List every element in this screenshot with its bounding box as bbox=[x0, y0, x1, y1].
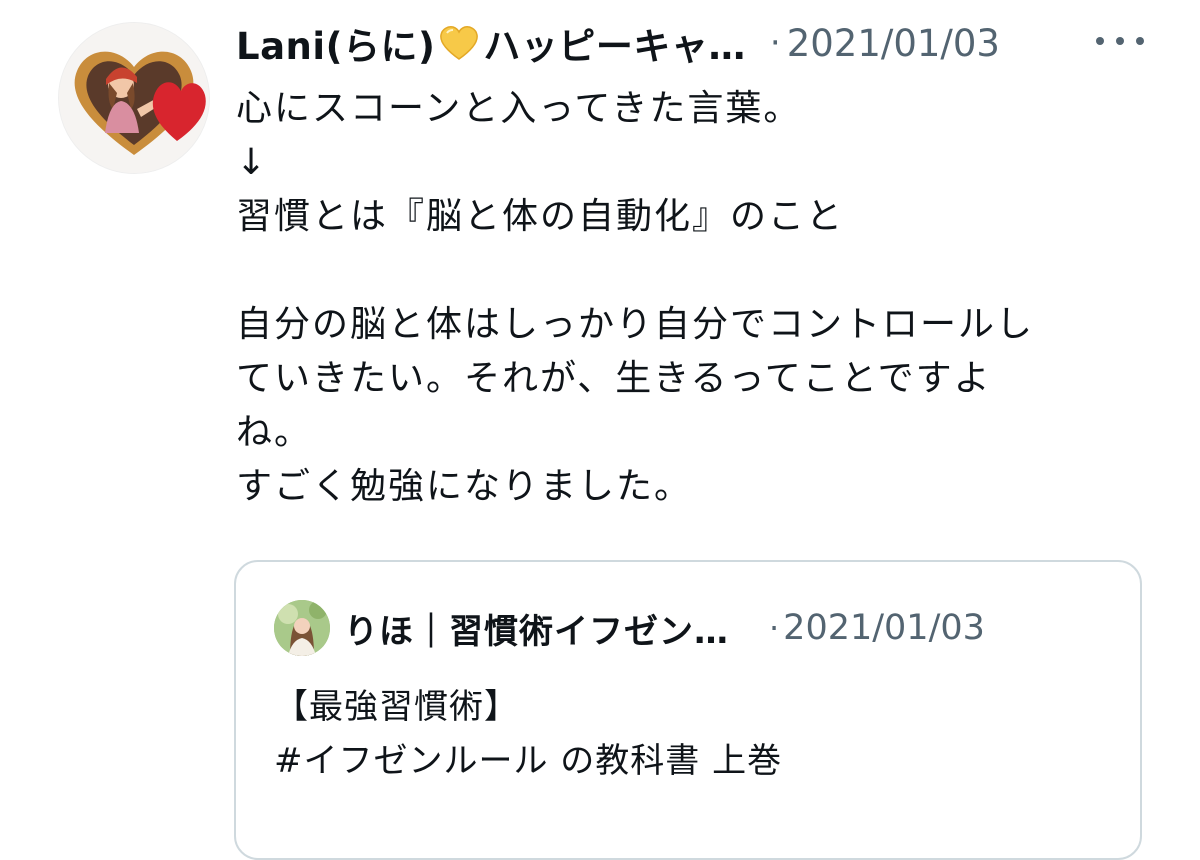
author-avatar[interactable] bbox=[58, 22, 210, 174]
tweet-text-line bbox=[236, 244, 1136, 298]
avatar-image bbox=[59, 23, 209, 173]
more-dot bbox=[1136, 37, 1144, 45]
header-dot-separator: · bbox=[769, 23, 781, 63]
tweet-text-line: 習慣とは『脳と体の自動化』のこと bbox=[236, 196, 845, 237]
tweet-text-line: すごく勉強になりました。 bbox=[236, 466, 693, 507]
more-dot bbox=[1116, 37, 1124, 45]
quoted-tweet-text-line: 【最強習慣術】 bbox=[274, 687, 519, 727]
tweet-text-line: ていきたい。それが、生きるってことですよ bbox=[236, 358, 992, 399]
quoted-author-display-name[interactable]: りほ｜習慣術イフゼン… bbox=[344, 604, 729, 653]
tweet-text-line: ね。 bbox=[236, 412, 313, 453]
tweet-header: Lani(らに) ハッピーキャ… · 2021/01/03 bbox=[236, 16, 1000, 70]
quoted-tweet-timestamp[interactable]: 2021/01/03 bbox=[783, 608, 985, 648]
tweet-text-line: 心にスコーンと入ってきた言葉。 bbox=[236, 88, 802, 129]
quoted-tweet-card[interactable]: りほ｜習慣術イフゼン… · 2021/01/03 【最強習慣術】 #イフゼンルー… bbox=[234, 560, 1142, 860]
tweet-timestamp[interactable]: 2021/01/03 bbox=[787, 22, 1000, 65]
quoted-header-dot-separator: · bbox=[769, 609, 780, 647]
author-display-name-suffix[interactable]: ハッピーキャ… bbox=[483, 16, 746, 70]
tweet-text-line: 自分の脳と体はしっかり自分でコントロールし bbox=[236, 304, 1035, 345]
quoted-tweet-header: りほ｜習慣術イフゼン… · 2021/01/03 bbox=[274, 598, 985, 658]
yellow-heart-icon bbox=[439, 25, 479, 61]
more-dot bbox=[1096, 37, 1104, 45]
quoted-tweet-text: 【最強習慣術】 #イフゼンルール の教科書 上巻 bbox=[274, 680, 782, 788]
tweet-text-line: ↓ bbox=[236, 142, 269, 183]
quoted-tweet-text-line: #イフゼンルール の教科書 上巻 bbox=[274, 741, 783, 781]
author-display-name[interactable]: Lani(らに) bbox=[236, 16, 435, 70]
more-horizontal-icon[interactable] bbox=[1096, 26, 1144, 56]
quoted-author-avatar[interactable] bbox=[274, 600, 330, 656]
tweet-text: 心にスコーンと入ってきた言葉。 ↓ 習慣とは『脳と体の自動化』のこと 自分の脳と… bbox=[236, 82, 1136, 514]
